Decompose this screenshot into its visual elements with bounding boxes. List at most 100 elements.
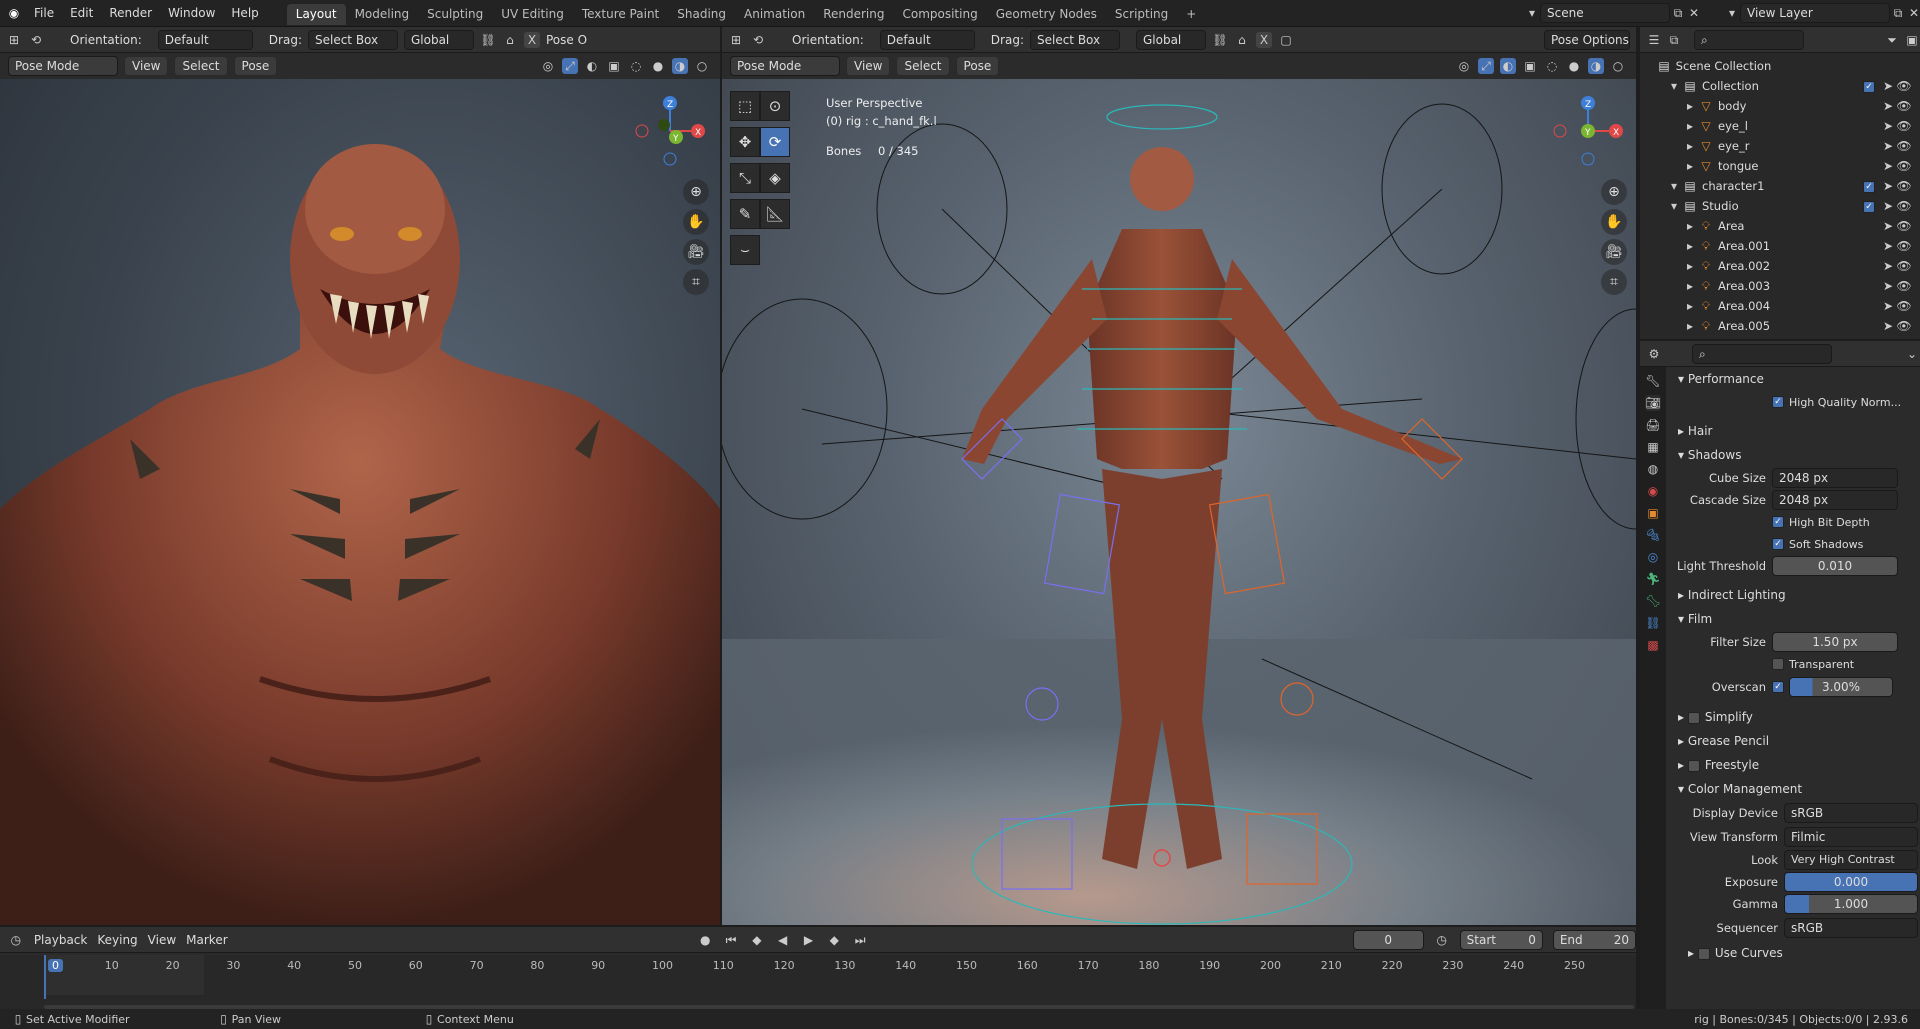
select-arrow-icon[interactable]: ➤ [1880, 98, 1896, 114]
navigation-gizmo-right[interactable]: Z X Y [1548, 91, 1628, 171]
exposure-slider[interactable]: 0.000 [1784, 872, 1918, 892]
new-collection-icon[interactable]: ▣ [1904, 32, 1920, 48]
select-arrow-icon[interactable]: ➤ [1880, 198, 1896, 214]
light-threshold-field[interactable]: 0.010 [1772, 556, 1898, 576]
panel-simplify[interactable]: ▸ Simplify [1668, 705, 1918, 729]
new-view-layer-icon[interactable]: ⧉ [1890, 5, 1906, 21]
preview-range-icon[interactable]: ◷ [1434, 932, 1450, 948]
eye-icon[interactable]: 👁︎ [1896, 78, 1912, 94]
expand-arrow-icon[interactable]: ▾ [1666, 178, 1682, 194]
transform-tool-icon[interactable]: ◈ [760, 163, 790, 193]
tab-compositing[interactable]: Compositing [893, 4, 986, 25]
pose-breakdowner-icon[interactable]: ⌣ [730, 235, 760, 265]
menu-render[interactable]: Render [101, 0, 160, 27]
pan-hand-icon-right[interactable]: ✋ [1601, 209, 1627, 235]
menu-edit[interactable]: Edit [62, 0, 101, 27]
high-bit-depth-row[interactable]: High Bit Depth [1668, 511, 1918, 533]
camera-view-icon-right[interactable]: 🎥︎ [1601, 239, 1627, 265]
view-layer-field[interactable]: View Layer [1740, 3, 1890, 23]
panel-color-management[interactable]: ▾ Color Management [1668, 777, 1918, 801]
transform-orientation-dropdown-right[interactable]: Global [1135, 29, 1206, 50]
menu-view-right[interactable]: View [846, 56, 891, 76]
expand-arrow-icon[interactable]: ▾ [1666, 198, 1682, 214]
end-frame-field[interactable]: End 20 [1552, 929, 1637, 950]
scene-tab-icon[interactable]: ◍ [1645, 461, 1661, 477]
mode-dropdown[interactable]: Pose Mode [8, 56, 118, 76]
gizmo-icon-right[interactable]: ⤢ [1478, 58, 1494, 74]
snap-icon-right[interactable]: ⌂ [1234, 32, 1250, 48]
high-quality-normals-checkbox[interactable] [1772, 396, 1784, 408]
display-device-dropdown[interactable]: sRGB [1784, 803, 1918, 823]
visibility-icon-right[interactable]: ◎ [1456, 58, 1472, 74]
tab-modeling[interactable]: Modeling [346, 4, 419, 25]
eye-icon[interactable]: 👁︎ [1896, 318, 1912, 334]
view-layer-icon[interactable]: ▾ [1724, 5, 1740, 21]
playhead[interactable] [44, 955, 46, 999]
outliner-item-studio[interactable]: ▾▤ Studio ➤👁︎ [1640, 196, 1920, 216]
panel-indirect-lighting[interactable]: ▸ Indirect Lighting [1668, 583, 1918, 607]
soft-shadows-checkbox[interactable] [1772, 538, 1784, 550]
freestyle-checkbox[interactable] [1687, 759, 1700, 772]
expand-arrow-icon[interactable]: ▸ [1682, 278, 1698, 294]
outliner-item-area-002[interactable]: ▸ 💡︎ Area.002 ➤ 👁︎ [1640, 256, 1920, 276]
eye-icon[interactable]: 👁︎ [1896, 178, 1912, 194]
menu-help[interactable]: Help [223, 0, 266, 27]
select-arrow-icon[interactable]: ➤ [1880, 138, 1896, 154]
high-quality-normals-row[interactable]: High Quality Norm... [1668, 391, 1918, 413]
expand-arrow-icon[interactable]: ▸ [1682, 238, 1698, 254]
select-arrow-icon[interactable]: ➤ [1880, 78, 1896, 94]
properties-editor-icon[interactable]: ⚙ [1646, 346, 1662, 362]
outliner-item-area[interactable]: ▸ 💡︎ Area ➤ 👁︎ [1640, 216, 1920, 236]
menu-pose-right[interactable]: Pose [955, 56, 1000, 76]
outliner-item-character1[interactable]: ▾▤ character1 ➤👁︎ [1640, 176, 1920, 196]
eye-icon[interactable]: 👁︎ [1896, 238, 1912, 254]
panel-performance[interactable]: ▾ Performance [1668, 367, 1918, 391]
add-workspace-icon[interactable]: + [1177, 4, 1205, 25]
xray-icon-right[interactable]: ▣ [1522, 58, 1538, 74]
eye-icon[interactable]: 👁︎ [1896, 298, 1912, 314]
navigation-gizmo[interactable]: Z X Y [630, 91, 710, 171]
select-arrow-icon[interactable]: ➤ [1880, 118, 1896, 134]
tool-tab-icon[interactable]: 🔧︎ [1645, 373, 1661, 389]
material-shading-icon-right[interactable]: ◑ [1588, 58, 1604, 74]
solid-shading-icon[interactable]: ● [650, 58, 666, 74]
ortho-grid-icon-right[interactable]: ⌗ [1601, 269, 1627, 295]
rendered-shading-icon-right[interactable]: ○ [1610, 58, 1626, 74]
transparent-checkbox[interactable] [1772, 658, 1784, 670]
delete-scene-icon[interactable]: ✕ [1686, 5, 1702, 21]
panel-hair[interactable]: ▸ Hair [1668, 419, 1918, 443]
ortho-grid-icon[interactable]: ⌗ [683, 269, 709, 295]
select-arrow-icon[interactable]: ➤ [1880, 278, 1896, 294]
menu-select-right[interactable]: Select [896, 56, 950, 76]
annotate-tool-icon[interactable]: ✎ [730, 199, 760, 229]
overlay-icon-right[interactable]: ◐ [1500, 58, 1516, 74]
outliner-item-body[interactable]: ▸ ▽ body ➤ 👁︎ [1640, 96, 1920, 116]
expand-arrow-icon[interactable]: ▸ [1682, 158, 1698, 174]
simplify-checkbox[interactable] [1687, 711, 1700, 724]
tab-geometry-nodes[interactable]: Geometry Nodes [987, 4, 1106, 25]
visibility-icon[interactable]: ◎ [540, 58, 556, 74]
menu-view[interactable]: View [124, 56, 169, 76]
eye-icon[interactable]: 👁︎ [1896, 138, 1912, 154]
delete-view-layer-icon[interactable]: ✕ [1906, 5, 1920, 21]
color-swatch-icon[interactable]: ▢ [1278, 32, 1294, 48]
expand-arrow-icon[interactable]: ▸ [1682, 318, 1698, 334]
tab-scripting[interactable]: Scripting [1106, 4, 1177, 25]
solid-shading-icon-right[interactable]: ● [1566, 58, 1582, 74]
snap-icon[interactable]: ⌂ [502, 32, 518, 48]
timeline-scrubber[interactable]: 0 10 20 30 40 50 60 70 80 90 100 110 120 130 140 150 160… [0, 955, 1636, 1009]
wireframe-shading-icon-right[interactable]: ◌ [1544, 58, 1560, 74]
outliner-search-input[interactable]: ⌕ [1694, 29, 1804, 50]
select-arrow-icon[interactable]: ➤ [1880, 218, 1896, 234]
menu-pose[interactable]: Pose [233, 56, 278, 76]
transform-pivot-icon[interactable]: ⟲ [28, 32, 44, 48]
expand-arrow-icon[interactable]: ▸ [1682, 298, 1698, 314]
texture-tab-icon[interactable]: ▩ [1645, 637, 1661, 653]
view-transform-dropdown[interactable]: Filmic [1784, 827, 1918, 847]
zoom-icon[interactable]: ⊕ [683, 179, 709, 205]
collection-include-checkbox[interactable] [1863, 80, 1875, 93]
object-tab-icon[interactable]: ▣ [1645, 505, 1661, 521]
select-arrow-icon[interactable]: ➤ [1880, 158, 1896, 174]
scene-icon[interactable]: ▾ [1524, 5, 1540, 21]
soft-shadows-row[interactable]: Soft Shadows [1668, 533, 1918, 555]
